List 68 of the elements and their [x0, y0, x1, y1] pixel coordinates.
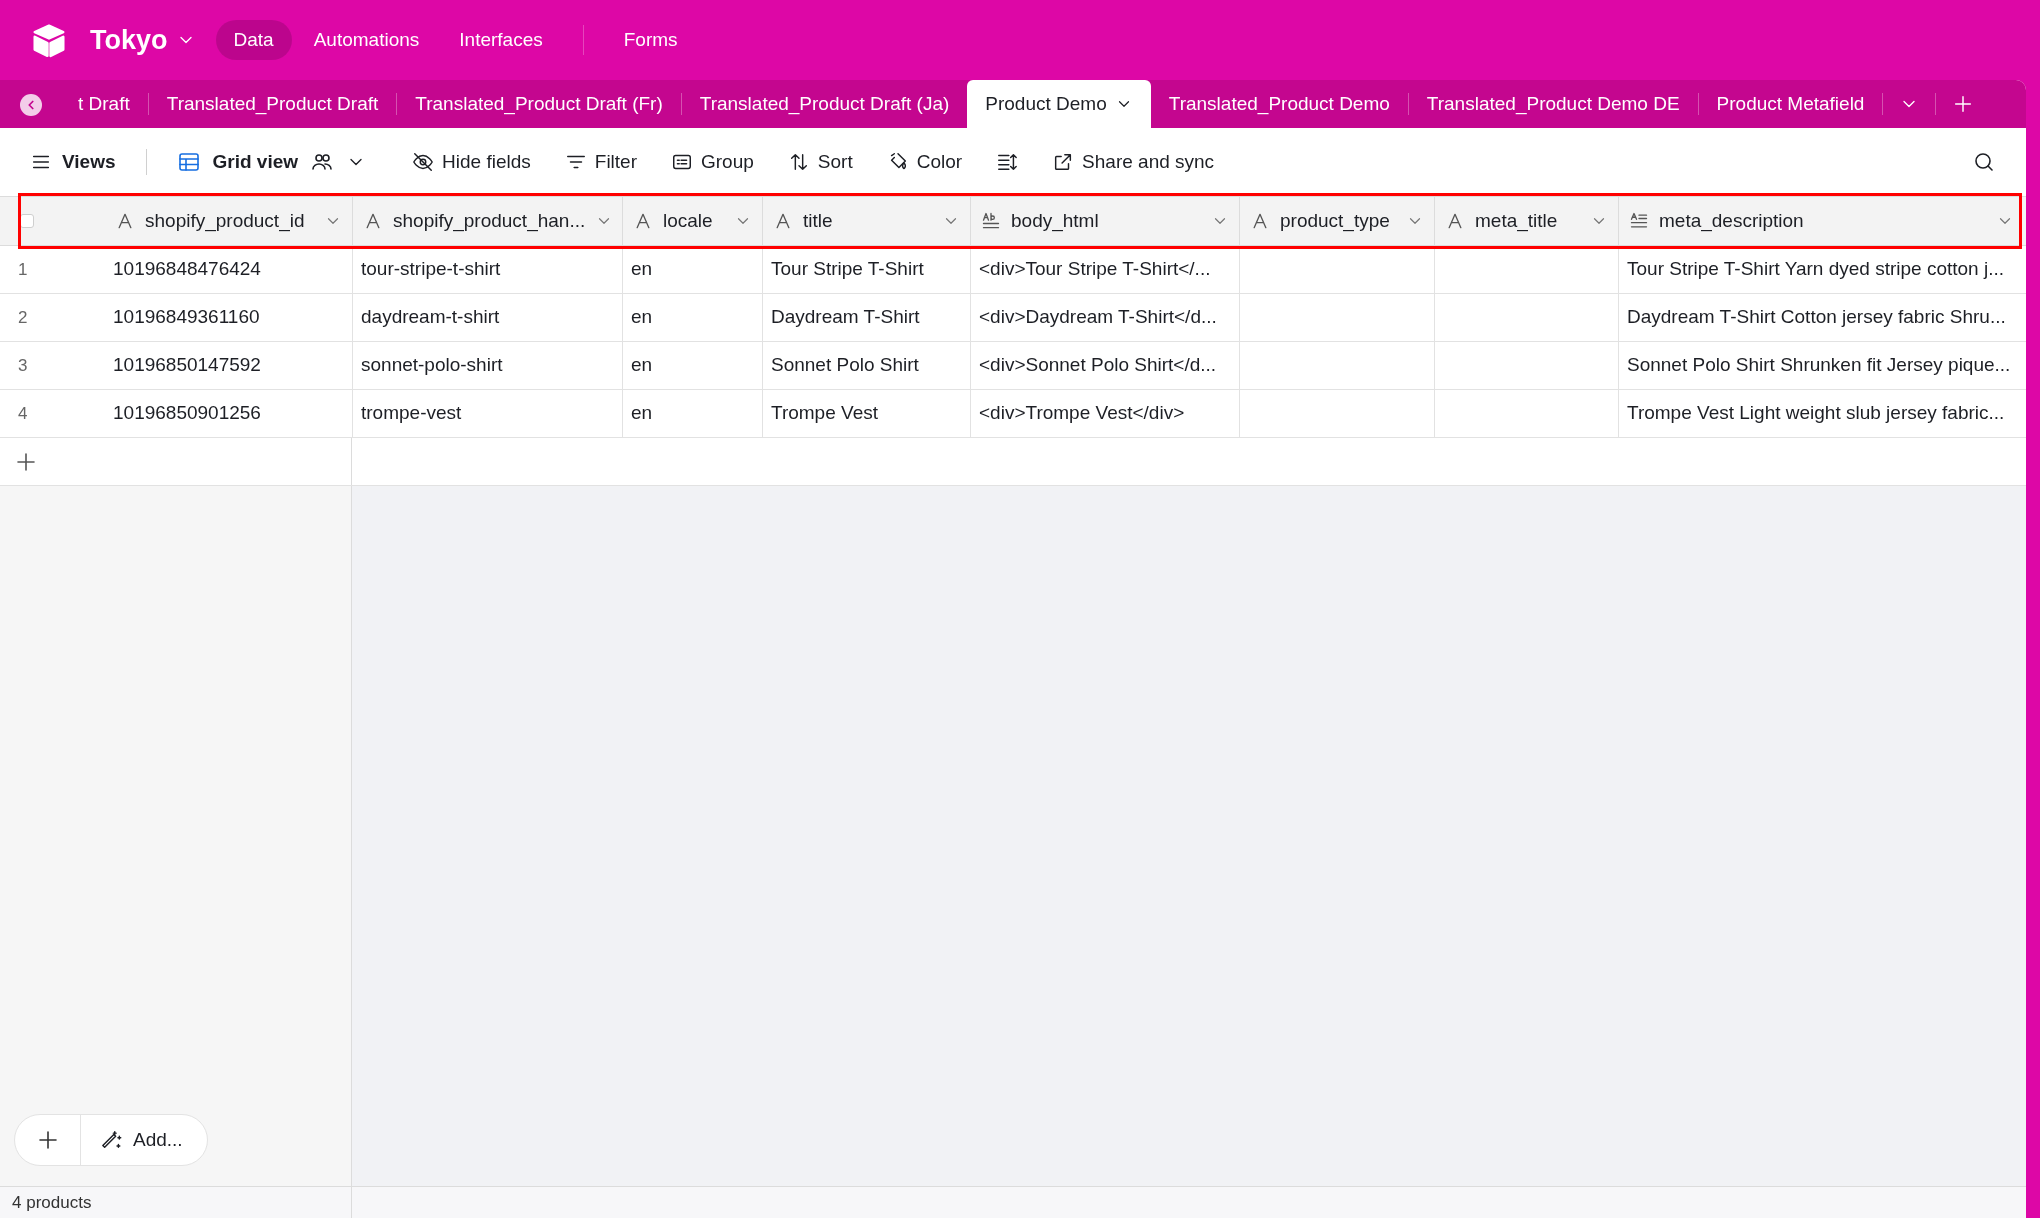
- row-height-button[interactable]: [996, 151, 1019, 173]
- sort-button[interactable]: Sort: [787, 147, 853, 177]
- column-header[interactable]: shopify_product_han...: [352, 197, 622, 245]
- table-tab[interactable]: Translated_Product Draft: [148, 80, 397, 128]
- nav-tab[interactable]: Interfaces: [441, 20, 561, 60]
- color-button[interactable]: Color: [886, 147, 963, 177]
- table-cell-text: en: [631, 353, 653, 378]
- search-icon: [1972, 150, 1996, 174]
- table-tab[interactable]: Translated_Product Draft (Ja): [681, 80, 968, 128]
- table-cell-text: Tour Stripe T-Shirt: [771, 257, 924, 282]
- table-cell-text: Daydream T-Shirt: [771, 305, 920, 330]
- table-tab[interactable]: Translated_Product Draft (Fr): [397, 80, 681, 128]
- nav-tab[interactable]: Automations: [295, 20, 438, 60]
- row-number: 3: [18, 354, 28, 377]
- table-cell-text: daydream-t-shirt: [361, 305, 500, 330]
- column-header[interactable]: meta_description: [1618, 197, 2024, 245]
- table-cell-text: <div>Trompe Vest</div>: [979, 401, 1185, 426]
- table-tab[interactable]: Product Metafield: [1698, 80, 1883, 128]
- base-name-button[interactable]: Tokyo: [90, 19, 196, 61]
- table-cell-text: 10196848476424: [113, 257, 261, 282]
- search-button[interactable]: [1972, 150, 1996, 174]
- share-button[interactable]: Share and sync: [1052, 147, 1215, 177]
- row-number: 1: [18, 258, 28, 281]
- views-button[interactable]: Views: [30, 147, 116, 177]
- table-cell-text: <div>Tour Stripe T-Shirt</...: [979, 257, 1211, 282]
- table-cell-text: Sonnet Polo Shirt: [771, 353, 919, 378]
- row-number: 4: [18, 402, 28, 425]
- column-header[interactable]: body_html: [970, 197, 1239, 245]
- table-tab[interactable]: Translated_Product Demo DE: [1408, 80, 1698, 128]
- grid-view-button[interactable]: Grid view: [176, 147, 367, 177]
- table-cell-text: Sonnet Polo Shirt Shrunken fit Jersey pique...: [1627, 353, 2011, 378]
- column-header[interactable]: title: [762, 197, 970, 245]
- table-cell-text: Daydream T-Shirt Cotton jersey fabric Shru...: [1627, 305, 2006, 330]
- nav-tab[interactable]: Forms: [605, 20, 696, 60]
- table-cell-text: trompe-vest: [361, 401, 462, 426]
- row-number: 2: [18, 306, 28, 329]
- table-cell-text: <div>Daydream T-Shirt</d...: [979, 305, 1217, 330]
- row-height-icon: [996, 151, 1019, 173]
- column-header[interactable]: product_type: [1239, 197, 1434, 245]
- table-tab[interactable]: Product Demo: [967, 80, 1151, 128]
- table-cell-text: 10196850901256: [113, 401, 261, 426]
- table-tab[interactable]: Translated_Product Demo: [1150, 80, 1408, 128]
- eye-slash-icon: [412, 151, 435, 173]
- table-cell-text: en: [631, 401, 653, 426]
- table-cell-text: sonnet-polo-shirt: [361, 353, 503, 378]
- table-cell-text: en: [631, 257, 653, 282]
- rich-text-icon: [981, 211, 1001, 231]
- grid-icon: [176, 150, 201, 174]
- group-button[interactable]: Group: [671, 147, 754, 177]
- column-header[interactable]: locale: [622, 197, 762, 245]
- table-cell-text: tour-stripe-t-shirt: [361, 257, 501, 282]
- table-cell-text: Trompe Vest Light weight slub jersey fabric...: [1627, 401, 2005, 426]
- record-count: 4 products: [12, 1191, 92, 1214]
- table-cell-text: en: [631, 305, 653, 330]
- long-text-icon: [1629, 211, 1649, 231]
- scroll-left-button[interactable]: [20, 94, 42, 116]
- nav-tab[interactable]: Data: [215, 20, 292, 60]
- filter-button[interactable]: Filter: [564, 147, 637, 177]
- table-cell-text: 10196850147592: [113, 353, 261, 378]
- table-cell-text: Trompe Vest: [771, 401, 878, 426]
- table-cell-text: Tour Stripe T-Shirt Yarn dyed stripe cotton j...: [1627, 257, 2004, 282]
- table-cell-text: <div>Sonnet Polo Shirt</d...: [979, 353, 1217, 378]
- table-tab[interactable]: t Draft: [60, 80, 148, 128]
- column-header[interactable]: meta_title: [1434, 197, 1618, 245]
- column-header[interactable]: shopify_product_id: [105, 197, 352, 245]
- hide-button[interactable]: Hide fields: [412, 147, 531, 177]
- table-cell-text: 10196849361160: [113, 305, 260, 330]
- magic-wand-icon: [101, 1129, 123, 1151]
